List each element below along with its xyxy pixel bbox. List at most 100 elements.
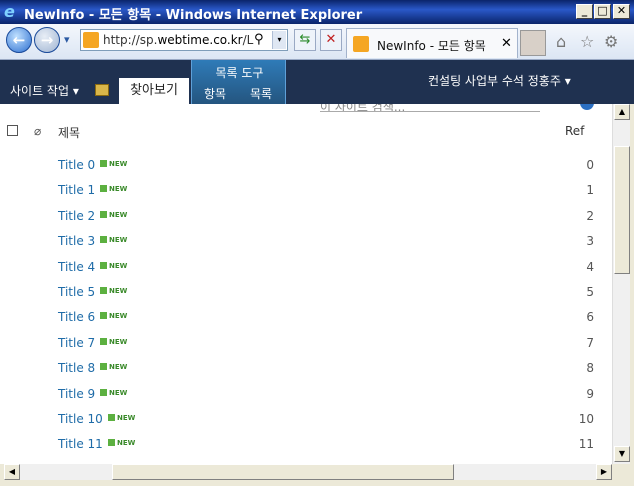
list-item: Title 2 NEW 2: [0, 209, 612, 234]
list-item: Title 3 NEW 3: [0, 234, 612, 259]
stop-button[interactable]: ✕: [320, 29, 342, 51]
new-badge-icon: NEW: [100, 160, 127, 168]
list-item: Title 6 NEW 6: [0, 310, 612, 335]
search-icon[interactable]: ⚲: [254, 32, 264, 47]
item-title-link[interactable]: Title 0: [58, 158, 95, 172]
home-icon[interactable]: ⌂: [556, 32, 566, 51]
list-tools-group: 목록 도구 항목 목록: [191, 60, 286, 104]
browser-tab[interactable]: NewInfo - 모든 항목 ✕: [346, 28, 518, 58]
history-dropdown-icon[interactable]: ▾: [64, 33, 70, 46]
new-badge-icon: NEW: [100, 236, 127, 244]
favorites-icon[interactable]: ☆: [580, 32, 594, 51]
address-bar[interactable]: http://sp.webtime.co.kr/L ⚲ ▾: [80, 29, 288, 51]
site-search-input[interactable]: 이 사이트 검색...: [320, 104, 540, 112]
horizontal-scroll-thumb[interactable]: [112, 464, 454, 480]
list-header: ⌀ 제목 Ref: [0, 122, 612, 142]
item-ref: 8: [586, 361, 594, 376]
item-title-link[interactable]: Title 10: [58, 412, 103, 426]
address-url[interactable]: http://sp.webtime.co.kr/L: [103, 33, 253, 47]
scroll-right-button[interactable]: ▶: [596, 464, 612, 480]
gear-icon[interactable]: ⚙: [604, 32, 618, 51]
user-menu[interactable]: 컨설팅 사업부 수석 정홍주 ▾: [428, 72, 571, 89]
ribbon: 사이트 작업 ▾ 찾아보기 목록 도구 항목 목록 컨설팅 사업부 수석 정홍주…: [0, 60, 634, 104]
tab-favicon-icon: [353, 36, 369, 52]
item-title-link[interactable]: Title 4: [58, 260, 95, 274]
scroll-up-button[interactable]: ▲: [614, 104, 630, 120]
tab-browse[interactable]: 찾아보기: [119, 78, 189, 104]
vertical-scrollbar[interactable]: ▲ ▼: [612, 104, 630, 464]
list-item: Title 10 NEW 10: [0, 412, 612, 437]
item-title-link[interactable]: Title 5: [58, 285, 95, 299]
list-item: Title 9 NEW 9: [0, 387, 612, 412]
maximize-button[interactable]: □: [594, 4, 611, 19]
column-header-title[interactable]: 제목: [58, 124, 80, 141]
list-item: Title 4 NEW 4: [0, 260, 612, 285]
item-ref: 3: [586, 234, 594, 249]
list-view: 이 사이트 검색... ⌀ 제목 Ref Title 0 NEW 0 Title 1 N…: [0, 104, 612, 464]
help-icon[interactable]: [580, 104, 594, 110]
list-tools-title: 목록 도구: [215, 66, 264, 80]
item-title-link[interactable]: Title 7: [58, 336, 95, 350]
item-title-link[interactable]: Title 6: [58, 310, 95, 324]
title-bar: e NewInfo - 모든 항목 - Windows Internet Exp…: [0, 0, 634, 24]
site-favicon-icon: [83, 32, 99, 48]
navigation-bar: ← → ▾ http://sp.webtime.co.kr/L ⚲ ▾ ⇆ ✕ …: [0, 24, 634, 60]
site-actions-menu[interactable]: 사이트 작업 ▾: [10, 82, 79, 99]
item-ref: 6: [586, 310, 594, 325]
list-item: Title 0 NEW 0: [0, 158, 612, 183]
minimize-button[interactable]: _: [576, 4, 593, 19]
close-window-button[interactable]: ✕: [613, 4, 630, 19]
new-badge-icon: NEW: [100, 363, 127, 371]
refresh-button[interactable]: ⇆: [294, 29, 316, 51]
new-badge-icon: NEW: [100, 261, 127, 270]
ie-logo-icon: e: [4, 2, 15, 21]
scroll-left-button[interactable]: ◀: [4, 464, 20, 480]
scrollbar-corner: [612, 464, 630, 480]
new-badge-icon: NEW: [100, 388, 127, 397]
address-dropdown-icon[interactable]: ▾: [272, 31, 286, 49]
list-item: Title 7 NEW 7: [0, 336, 612, 361]
horizontal-scrollbar[interactable]: ◀ ▶: [4, 464, 612, 480]
item-ref: 10: [578, 411, 594, 426]
vertical-scroll-thumb[interactable]: [614, 146, 630, 274]
item-title-link[interactable]: Title 9: [58, 387, 95, 401]
list-item: Title 8 NEW 8: [0, 361, 612, 386]
item-ref: 9: [586, 386, 594, 401]
item-title-link[interactable]: Title 8: [58, 361, 95, 375]
item-ref: 2: [586, 208, 594, 223]
column-header-ref[interactable]: Ref: [565, 124, 584, 138]
back-button[interactable]: ←: [6, 27, 32, 53]
navigate-up-icon[interactable]: [95, 84, 109, 96]
item-title-link[interactable]: Title 3: [58, 234, 95, 248]
list-rows: Title 0 NEW 0 Title 1 NEW 1 Title 2 NEW 2 Title 3…: [0, 158, 612, 464]
new-badge-icon: NEW: [100, 185, 127, 193]
item-ref: 4: [586, 259, 594, 274]
list-item: Title 1 NEW 1: [0, 183, 612, 208]
list-item: Title 5 NEW 5: [0, 285, 612, 310]
item-title-link[interactable]: Title 11: [58, 437, 103, 451]
item-ref: 11: [578, 437, 594, 452]
tab-items[interactable]: 항목: [204, 85, 226, 102]
new-badge-icon: NEW: [100, 210, 127, 219]
tab-close-icon[interactable]: ✕: [501, 36, 512, 51]
item-ref: 1: [586, 183, 594, 198]
new-badge-icon: NEW: [108, 439, 135, 447]
item-ref: 7: [586, 335, 594, 350]
new-badge-icon: NEW: [100, 312, 127, 320]
new-badge-icon: NEW: [100, 337, 127, 346]
tab-list[interactable]: 목록: [250, 85, 272, 102]
scroll-down-button[interactable]: ▼: [614, 446, 630, 462]
attachment-icon: ⌀: [34, 124, 42, 138]
new-badge-icon: NEW: [100, 286, 127, 295]
window-title: NewInfo - 모든 항목 - Windows Internet Explo…: [24, 8, 363, 23]
item-ref: 0: [586, 158, 594, 172]
select-all-checkbox[interactable]: [7, 125, 18, 136]
new-badge-icon: NEW: [108, 413, 135, 422]
item-title-link[interactable]: Title 1: [58, 183, 95, 197]
list-item: Title 11 NEW 11: [0, 437, 612, 462]
item-ref: 5: [586, 284, 594, 299]
item-title-link[interactable]: Title 2: [58, 209, 95, 223]
forward-button[interactable]: →: [34, 27, 60, 53]
tab-title: NewInfo - 모든 항목: [377, 39, 486, 53]
new-tab-button[interactable]: [520, 30, 546, 56]
